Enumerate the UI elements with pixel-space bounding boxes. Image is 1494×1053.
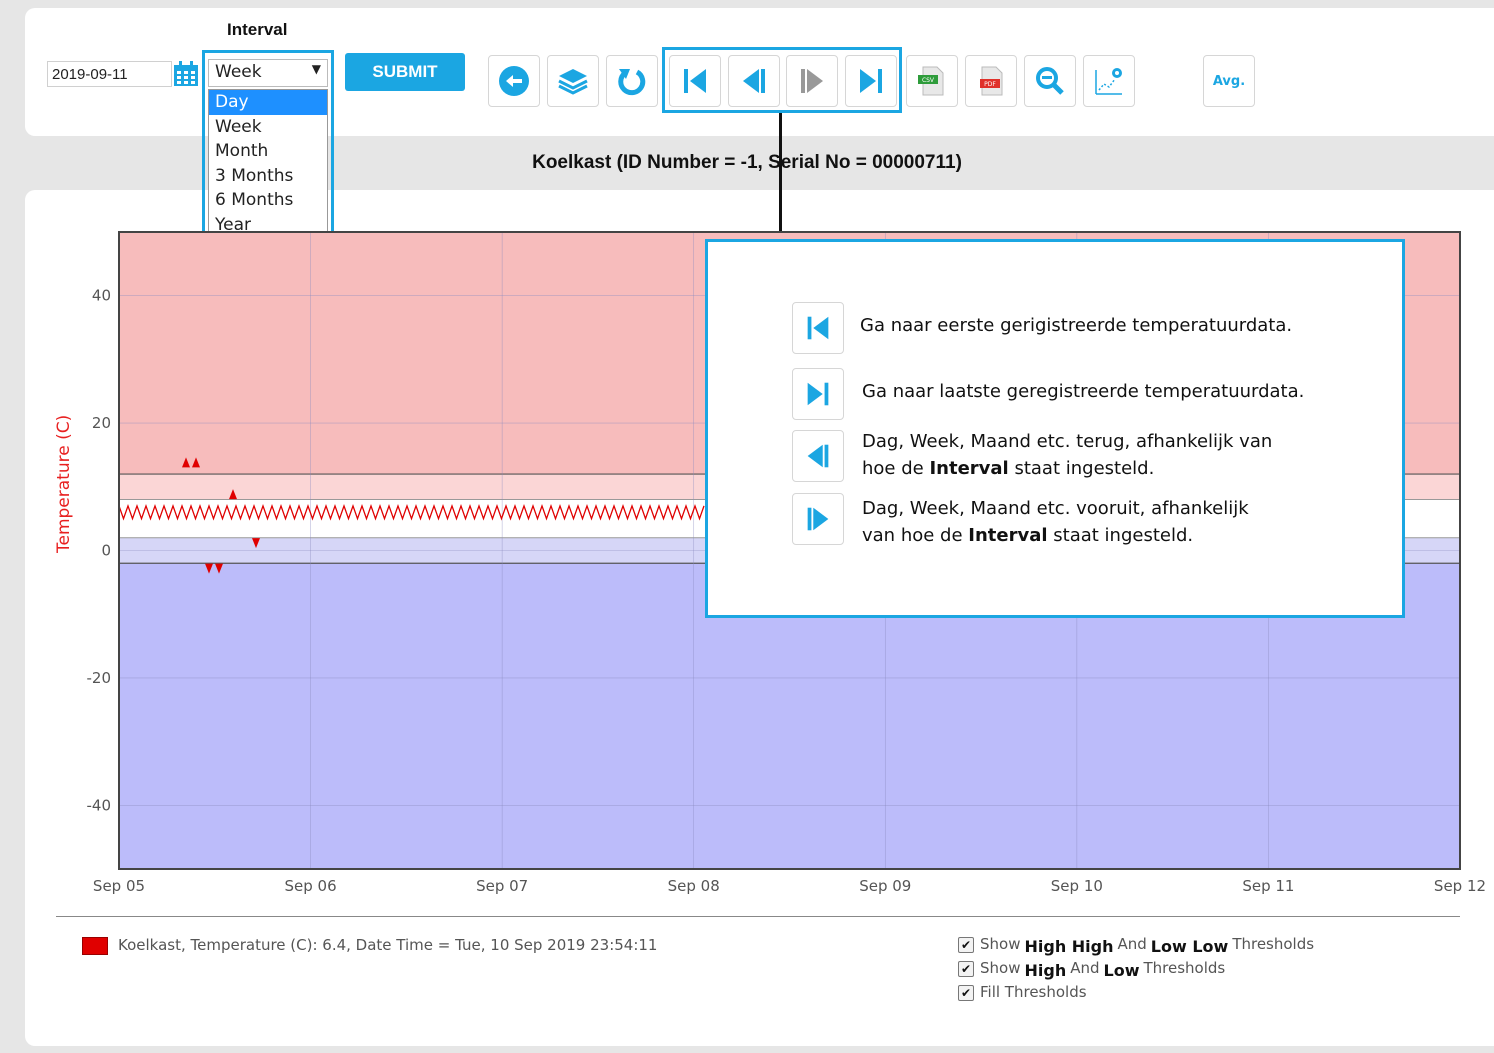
hh-bold-1: High High (1024, 937, 1114, 956)
hh-bold-2: Low Low (1150, 937, 1229, 956)
y-axis-title: Temperature (C) (54, 414, 74, 553)
hh-pre: Show (980, 935, 1021, 953)
hh-post: Thresholds (1232, 935, 1315, 953)
legend-series-swatch[interactable] (82, 937, 108, 955)
y-tick-label: 40 (92, 287, 111, 305)
checkbox-checked-icon[interactable]: ✔ (958, 961, 974, 977)
help-last-button (792, 368, 844, 420)
checkbox-fill-thresholds[interactable]: ✔ Fill Thresholds (958, 983, 1087, 1001)
x-tick-label: Sep 06 (285, 877, 337, 895)
help-forward-line2-pre: van hoe de (862, 525, 963, 546)
y-tick-label: 0 (101, 542, 111, 560)
help-forward-text: Dag, Week, Maand etc. vooruit, afhankeli… (862, 495, 1249, 549)
checkbox-high-low[interactable]: ✔ Show High And Low Thresholds (958, 958, 1226, 980)
checkbox-high-high-low-low[interactable]: ✔ Show High High And Low Low Thresholds (958, 934, 1315, 956)
h-post: Thresholds (1143, 959, 1226, 977)
help-first-text: Ga naar eerste gerigistreerde temperatuu… (860, 315, 1293, 336)
x-tick-label: Sep 12 (1434, 877, 1486, 895)
navigation-help-callout: Ga naar eerste gerigistreerde temperatuu… (705, 239, 1405, 618)
help-back-line1: Dag, Week, Maand etc. terug, afhankelijk… (862, 431, 1273, 452)
help-back-line2-post: staat ingesteld. (1014, 458, 1155, 479)
x-tick-label: Sep 10 (1051, 877, 1103, 895)
x-tick-label: Sep 08 (668, 877, 720, 895)
y-tick-label: -40 (87, 796, 112, 814)
step-forward-icon (807, 507, 829, 531)
help-back-line2-pre: hoe de (862, 458, 924, 479)
h-pre: Show (980, 959, 1021, 977)
help-forward-bold: Interval (968, 525, 1048, 546)
h-and: And (1070, 959, 1100, 977)
help-back-button (792, 430, 844, 482)
help-back-text: Dag, Week, Maand etc. terug, afhankelijk… (862, 428, 1272, 482)
h-bold-2: Low (1103, 961, 1140, 980)
checkbox-checked-icon[interactable]: ✔ (958, 985, 974, 1001)
hh-and: And (1117, 935, 1147, 953)
legend-series-label[interactable]: Koelkast, Temperature (C): 6.4, Date Tim… (118, 936, 657, 954)
h-bold-1: High (1024, 961, 1067, 980)
skip-to-first-icon (807, 316, 829, 340)
skip-to-last-icon (807, 382, 829, 406)
x-tick-label: Sep 09 (859, 877, 911, 895)
y-tick-label: -20 (87, 669, 112, 687)
x-tick-label: Sep 05 (93, 877, 145, 895)
help-back-bold: Interval (929, 458, 1009, 479)
help-forward-line1: Dag, Week, Maand etc. vooruit, afhankeli… (862, 498, 1249, 519)
help-forward-button (792, 493, 844, 545)
x-tick-label: Sep 11 (1242, 877, 1294, 895)
help-first-button (792, 302, 844, 354)
x-tick-label: Sep 07 (476, 877, 528, 895)
checkbox-checked-icon[interactable]: ✔ (958, 937, 974, 953)
step-back-icon (807, 444, 829, 468)
fill-label: Fill Thresholds (980, 983, 1087, 1001)
legend-divider (56, 916, 1460, 917)
y-tick-label: 20 (92, 414, 111, 432)
help-forward-line2-post: staat ingesteld. (1053, 525, 1194, 546)
help-last-text: Ga naar laatste geregistreerde temperatu… (862, 381, 1305, 402)
